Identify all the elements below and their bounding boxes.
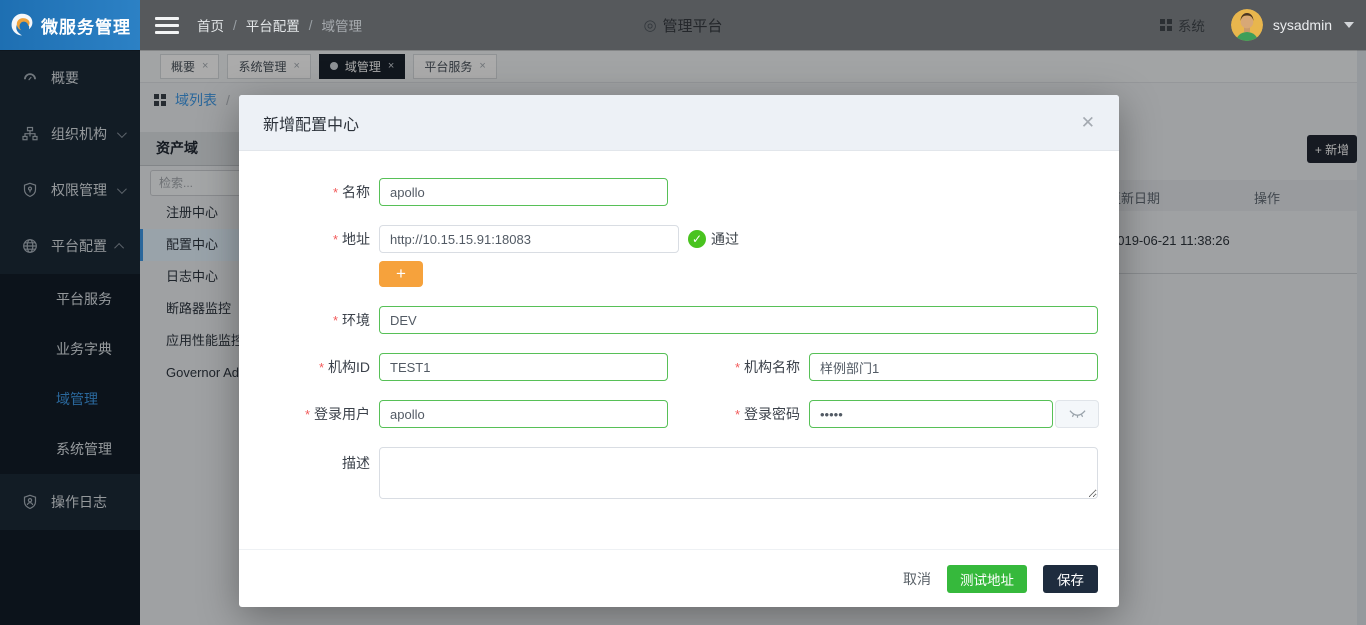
org-name-label: *机构名称 bbox=[668, 357, 800, 377]
cancel-button[interactable]: 取消 bbox=[903, 569, 931, 589]
platform-title-label: 管理平台 bbox=[663, 15, 723, 36]
breadcrumb-section[interactable]: 平台配置 bbox=[246, 15, 300, 35]
breadcrumb-current: 域管理 bbox=[322, 15, 363, 35]
required-mark: * bbox=[333, 232, 338, 247]
header-right: 系统 sysadmin bbox=[1160, 9, 1354, 41]
check-circle-icon: ✓ bbox=[688, 230, 706, 248]
eye-icon: ◎ bbox=[643, 16, 656, 34]
chevron-down-icon[interactable] bbox=[1344, 22, 1354, 28]
test-address-button[interactable]: 测试地址 bbox=[947, 565, 1027, 593]
login-user-label: *登录用户 bbox=[239, 404, 370, 424]
eye-closed-icon bbox=[1069, 409, 1086, 419]
name-field[interactable] bbox=[379, 178, 668, 206]
form-row-login: *登录用户 *登录密码 bbox=[239, 400, 1099, 428]
system-label: 系统 bbox=[1178, 15, 1205, 35]
required-mark: * bbox=[333, 185, 338, 200]
required-mark: * bbox=[735, 407, 740, 422]
required-mark: * bbox=[319, 360, 324, 375]
add-address-button[interactable]: + bbox=[379, 261, 423, 287]
name-label: *名称 bbox=[239, 182, 370, 202]
env-label: *环境 bbox=[239, 310, 370, 330]
form-row-description: 描述 bbox=[239, 447, 1098, 499]
grid-icon bbox=[1160, 19, 1172, 31]
address-test-status: 通过 bbox=[711, 229, 739, 249]
login-password-label: *登录密码 bbox=[668, 404, 800, 424]
org-name-field[interactable] bbox=[809, 353, 1098, 381]
breadcrumb-home[interactable]: 首页 bbox=[197, 15, 224, 35]
username-label[interactable]: sysadmin bbox=[1273, 17, 1332, 33]
login-user-field[interactable] bbox=[379, 400, 668, 428]
address-label: *地址 bbox=[239, 229, 370, 249]
add-config-center-modal: 新增配置中心 ✕ *名称 *地址 ✓ 通过 + *环境 *机构ID *机构名称 … bbox=[239, 95, 1119, 607]
app-title: 微服务管理 bbox=[41, 13, 131, 38]
description-label: 描述 bbox=[239, 447, 370, 473]
breadcrumb: 首页 / 平台配置 / 域管理 bbox=[197, 15, 362, 35]
description-field[interactable] bbox=[379, 447, 1098, 499]
breadcrumb-separator: / bbox=[309, 18, 313, 33]
close-icon[interactable]: ✕ bbox=[1081, 114, 1095, 131]
avatar[interactable] bbox=[1231, 9, 1263, 41]
app-logo: 微服务管理 bbox=[0, 0, 140, 50]
login-password-field[interactable] bbox=[809, 400, 1053, 428]
org-id-field[interactable] bbox=[379, 353, 668, 381]
hamburger-menu-icon[interactable] bbox=[155, 17, 179, 34]
modal-title: 新增配置中心 bbox=[263, 111, 359, 135]
form-row-name: *名称 bbox=[239, 178, 668, 206]
required-mark: * bbox=[735, 360, 740, 375]
form-row-address: *地址 ✓ 通过 bbox=[239, 225, 739, 253]
required-mark: * bbox=[333, 313, 338, 328]
form-row-env: *环境 bbox=[239, 306, 1098, 334]
logo-swirl-icon bbox=[9, 12, 35, 38]
form-row-org: *机构ID *机构名称 bbox=[239, 353, 1098, 381]
modal-header: 新增配置中心 ✕ bbox=[239, 95, 1119, 151]
modal-footer: 取消 测试地址 保存 bbox=[239, 549, 1119, 607]
required-mark: * bbox=[305, 407, 310, 422]
password-visibility-toggle[interactable] bbox=[1055, 400, 1099, 428]
system-menu[interactable]: 系统 bbox=[1160, 15, 1205, 35]
org-id-label: *机构ID bbox=[239, 357, 370, 377]
env-field[interactable] bbox=[379, 306, 1098, 334]
platform-title: ◎ 管理平台 bbox=[643, 15, 722, 36]
save-button[interactable]: 保存 bbox=[1043, 565, 1098, 593]
address-field[interactable] bbox=[379, 225, 679, 253]
app-header: 微服务管理 首页 / 平台配置 / 域管理 ◎ 管理平台 系统 bbox=[0, 0, 1366, 50]
breadcrumb-separator: / bbox=[233, 18, 237, 33]
